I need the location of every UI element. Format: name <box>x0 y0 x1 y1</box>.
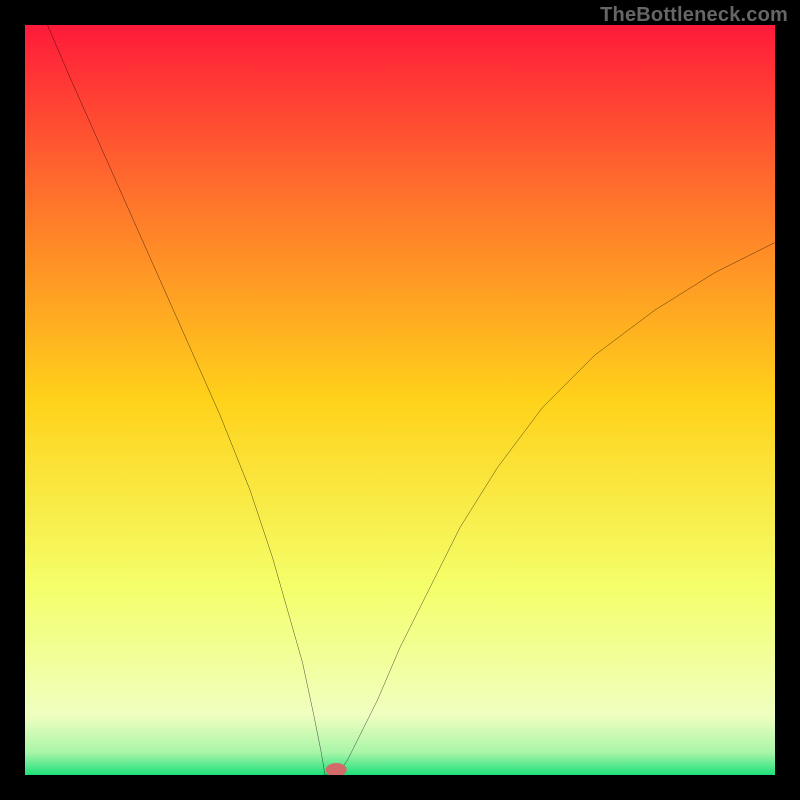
heat-background <box>25 25 775 775</box>
chart-frame: TheBottleneck.com <box>0 0 800 800</box>
bottleneck-chart <box>25 25 775 775</box>
watermark-text: TheBottleneck.com <box>600 4 788 27</box>
